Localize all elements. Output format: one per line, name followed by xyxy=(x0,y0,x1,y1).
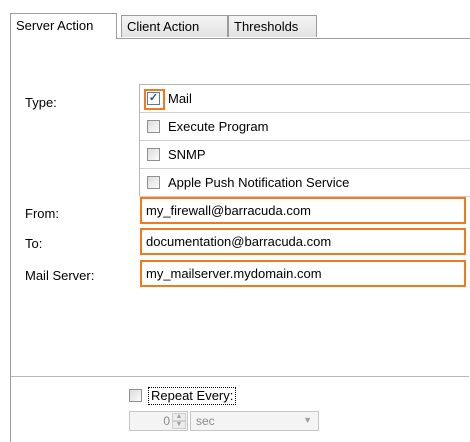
type-option-label: SNMP xyxy=(168,147,206,162)
mail-server-label: Mail Server: xyxy=(25,268,95,283)
server-action-panel: Type: ✓ Mail Execute Program SNMP Apple … xyxy=(10,38,470,442)
repeat-interval-stepper[interactable]: 0 ▲ ▼ xyxy=(129,411,188,431)
from-field[interactable] xyxy=(140,197,466,224)
repeat-every-checkbox[interactable] xyxy=(129,389,142,402)
to-label: To: xyxy=(25,236,43,251)
repeat-every-label: Repeat Every: xyxy=(148,387,237,405)
mail-highlight-frame xyxy=(144,89,165,110)
type-option-apple-push[interactable]: Apple Push Notification Service xyxy=(140,169,470,197)
repeat-unit-value: sec xyxy=(196,414,215,428)
type-option-mail[interactable]: ✓ Mail xyxy=(140,85,470,113)
type-option-label: Apple Push Notification Service xyxy=(168,175,350,190)
type-list: ✓ Mail Execute Program SNMP Apple Push N… xyxy=(139,84,470,197)
type-option-label: Mail xyxy=(168,91,192,106)
apple-push-checkbox[interactable] xyxy=(147,176,160,189)
snmp-checkbox[interactable] xyxy=(147,148,160,161)
type-label: Type: xyxy=(25,95,57,110)
tab-server-action[interactable]: Server Action xyxy=(10,13,117,39)
to-field[interactable] xyxy=(140,228,466,255)
repeat-interval-value: 0 xyxy=(163,414,170,428)
type-option-label: Execute Program xyxy=(168,119,269,134)
from-label: From: xyxy=(25,206,59,221)
chevron-down-icon: ▼ xyxy=(303,415,312,425)
separator-line xyxy=(11,376,469,377)
type-option-execute-program[interactable]: Execute Program xyxy=(140,113,470,141)
mail-server-field[interactable] xyxy=(140,260,466,287)
repeat-unit-select[interactable]: sec ▼ xyxy=(190,411,319,431)
type-option-snmp[interactable]: SNMP xyxy=(140,141,470,169)
execute-program-checkbox[interactable] xyxy=(147,120,160,133)
stepper-up-icon[interactable]: ▲ xyxy=(172,413,186,421)
tab-client-action[interactable]: Client Action xyxy=(121,15,228,37)
stepper-down-icon[interactable]: ▼ xyxy=(172,421,186,429)
tab-thresholds[interactable]: Thresholds xyxy=(228,15,317,37)
